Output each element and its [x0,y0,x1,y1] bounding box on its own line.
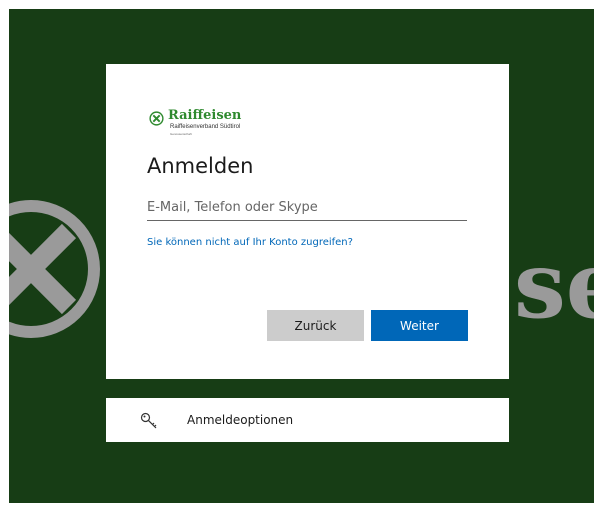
page-title: Anmelden [147,154,254,178]
cant-access-account-link[interactable]: Sie können nicht auf Ihr Konto zugreifen… [147,237,353,248]
signin-options-label: Anmeldeoptionen [187,413,294,427]
raiffeisen-cross-icon [149,111,164,126]
back-button[interactable]: Zurück [267,310,364,341]
email-field[interactable] [147,194,467,221]
raiffeisen-emblem-icon [9,200,100,338]
logo-tagline: Genossenschaft [170,132,192,136]
next-button[interactable]: Weiter [371,310,468,341]
signin-card: Raiffeisen Raiffeisenverband Südtirol Ge… [106,64,509,379]
brand-text-fragment: se [514,231,594,339]
key-icon [140,412,157,429]
signin-options-button[interactable]: Anmeldeoptionen [106,398,509,442]
logo-name: Raiffeisen [168,108,242,123]
logo-subtitle: Raiffeisenverband Südtirol [170,124,241,130]
